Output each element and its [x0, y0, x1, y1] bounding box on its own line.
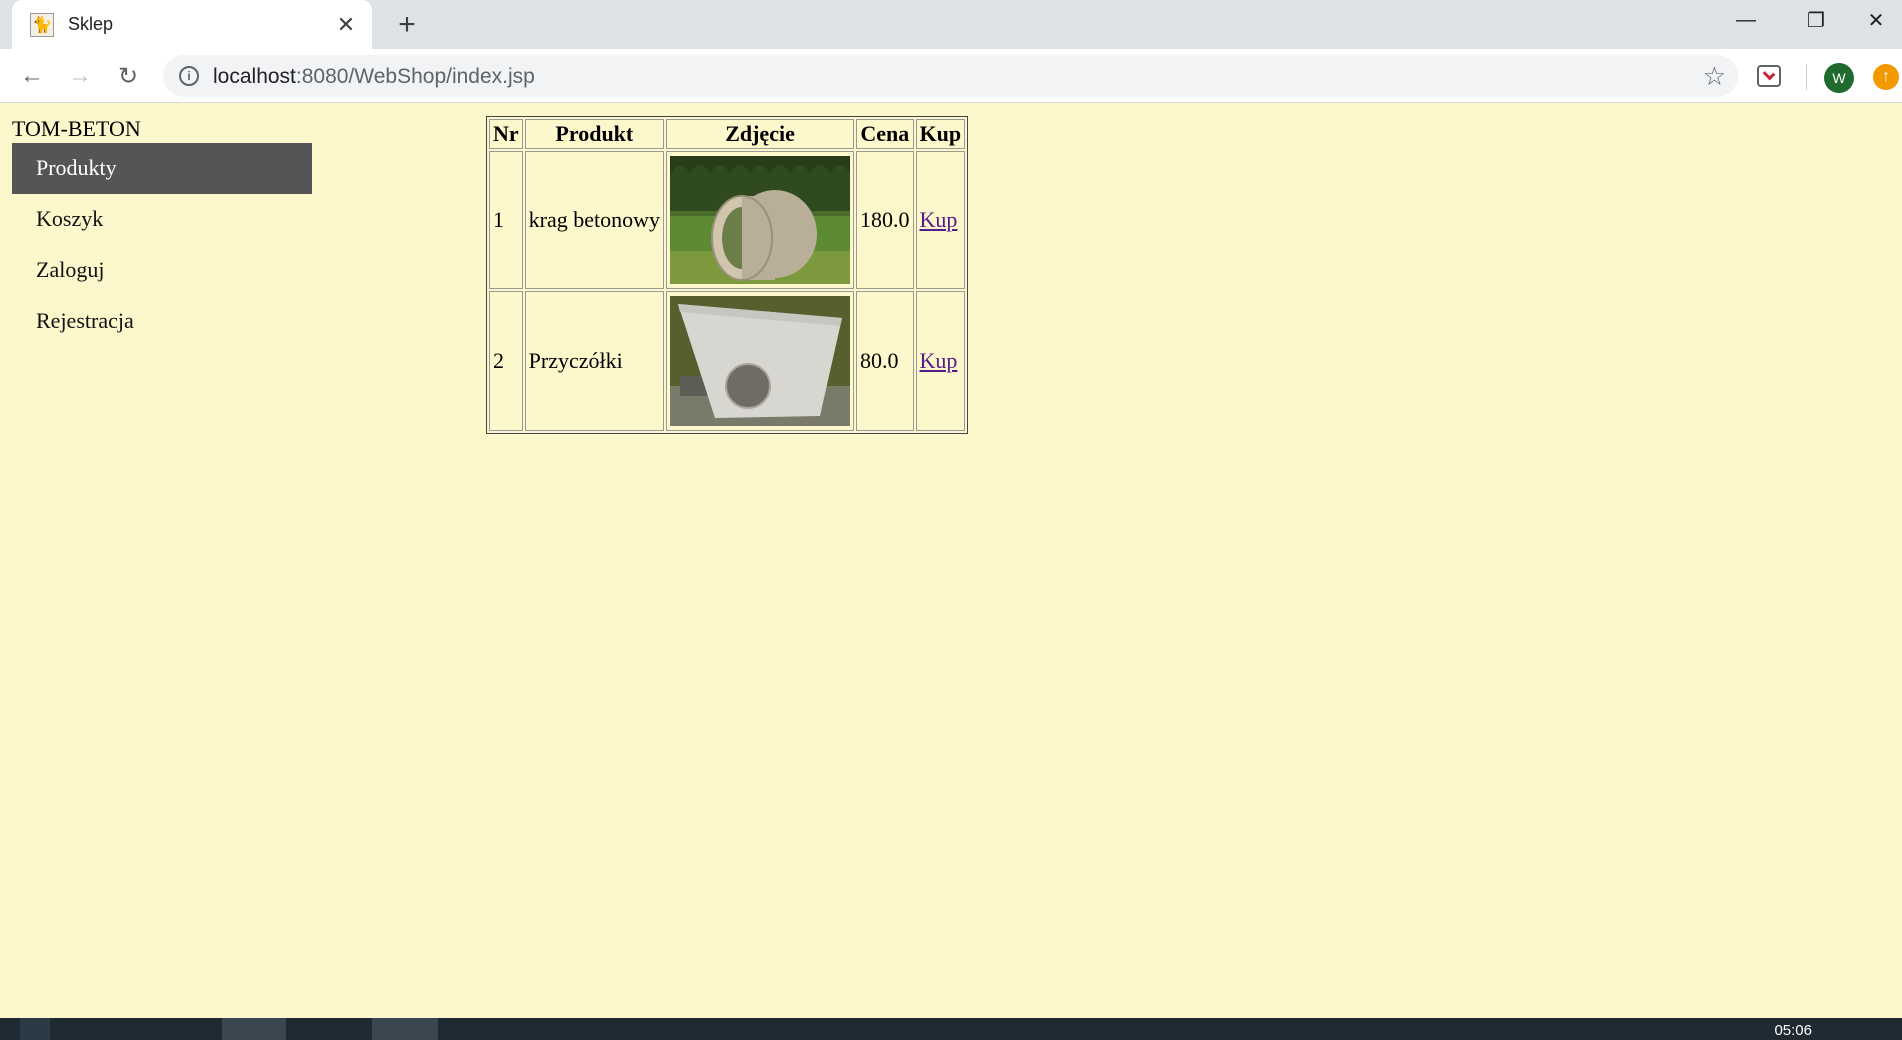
- url-host: localhost: [213, 65, 296, 88]
- header-produkt: Produkt: [524, 119, 665, 149]
- profile-avatar[interactable]: W: [1824, 63, 1854, 93]
- browser-tab-strip: 🐈 Sklep ✕ + — ❐ ✕: [0, 0, 1902, 49]
- update-available-icon[interactable]: ↑: [1873, 64, 1899, 90]
- browser-toolbar: ← → ↻ i localhost:8080/WebShop/index.jsp…: [0, 49, 1902, 103]
- pocket-extension-icon[interactable]: [1757, 65, 1781, 87]
- taskbar-clock: 05:06: [1774, 1022, 1812, 1039]
- menu-item-zaloguj[interactable]: Zaloguj: [12, 245, 312, 296]
- cell-photo: [666, 291, 855, 431]
- menu-item-koszyk[interactable]: Koszyk: [12, 194, 312, 245]
- back-arrow-icon[interactable]: ←: [14, 58, 50, 94]
- site-info-icon[interactable]: i: [179, 66, 199, 86]
- close-window-button[interactable]: ✕: [1850, 0, 1902, 40]
- site-brand: TOM-BETON: [12, 116, 141, 141]
- file-explorer-icon[interactable]: [222, 1018, 286, 1040]
- url-text[interactable]: localhost:8080/WebShop/index.jsp: [213, 65, 535, 89]
- header-cena: Cena: [856, 119, 914, 149]
- cell-product-name: Przyczółki: [524, 291, 665, 431]
- cell-nr: 1: [489, 151, 523, 289]
- concrete-headwall-photo: [670, 296, 851, 426]
- buy-link[interactable]: Kup: [920, 348, 958, 373]
- chrome-taskbar-icon[interactable]: [372, 1018, 438, 1040]
- restore-window-button[interactable]: ❐: [1782, 0, 1850, 40]
- cell-product-name: krag betonowy: [524, 151, 665, 289]
- header-zdjecie: Zdjęcie: [666, 119, 855, 149]
- side-menu: Produkty Koszyk Zaloguj Rejestracja: [12, 143, 312, 347]
- concrete-ring-photo: [670, 156, 851, 284]
- cell-price: 80.0: [856, 291, 914, 431]
- new-tab-button[interactable]: +: [390, 8, 424, 42]
- cell-nr: 2: [489, 291, 523, 431]
- address-bar[interactable]: i localhost:8080/WebShop/index.jsp ☆: [163, 55, 1738, 97]
- start-icon[interactable]: [20, 1018, 50, 1040]
- header-kup: Kup: [915, 119, 966, 149]
- reload-icon[interactable]: ↻: [110, 58, 146, 94]
- cell-price: 180.0: [856, 151, 914, 289]
- url-path: :8080/WebShop/index.jsp: [295, 65, 535, 88]
- os-taskbar: 05:06: [0, 1018, 1902, 1040]
- cell-photo: [666, 151, 855, 289]
- browser-tab[interactable]: 🐈 Sklep ✕: [12, 0, 372, 49]
- cell-buy: Kup: [915, 151, 966, 289]
- cell-buy: Kup: [915, 291, 966, 431]
- forward-arrow-icon[interactable]: →: [62, 58, 98, 94]
- products-table: Nr Produkt Zdjęcie Cena Kup 1 krag beton…: [486, 116, 969, 434]
- table-row: 1 krag betonowy 180.0 Kup: [489, 151, 966, 289]
- minimize-window-button[interactable]: —: [1712, 0, 1780, 40]
- header-nr: Nr: [489, 119, 523, 149]
- toolbar-divider: [1806, 64, 1807, 90]
- menu-item-produkty[interactable]: Produkty: [12, 143, 312, 194]
- tomcat-favicon-icon: 🐈: [30, 12, 54, 37]
- table-row: 2 Przyczółki 80.0 Kup: [489, 291, 966, 431]
- close-tab-icon[interactable]: ✕: [332, 11, 360, 39]
- menu-item-rejestracja[interactable]: Rejestracja: [12, 296, 312, 347]
- buy-link[interactable]: Kup: [920, 207, 958, 232]
- tab-title: Sklep: [68, 14, 114, 34]
- table-header-row: Nr Produkt Zdjęcie Cena Kup: [489, 119, 966, 149]
- bookmark-star-icon[interactable]: ☆: [1703, 61, 1726, 92]
